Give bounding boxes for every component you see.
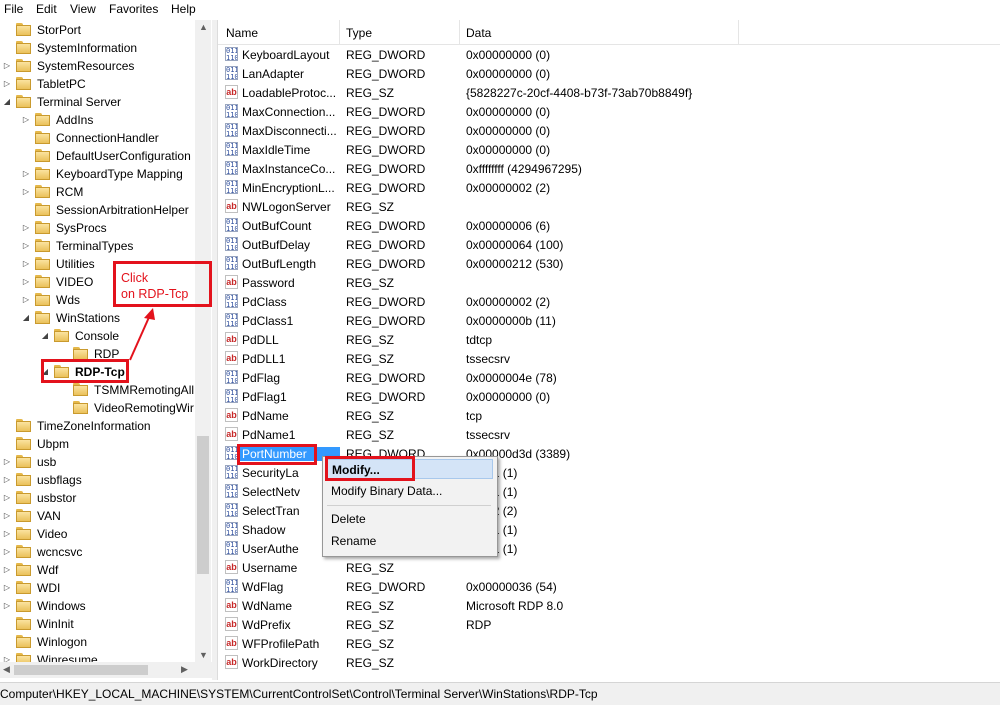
highlight-box-portnumber xyxy=(237,444,317,465)
annotation-arrow-icon xyxy=(129,308,155,361)
highlight-box-modify xyxy=(325,456,415,481)
